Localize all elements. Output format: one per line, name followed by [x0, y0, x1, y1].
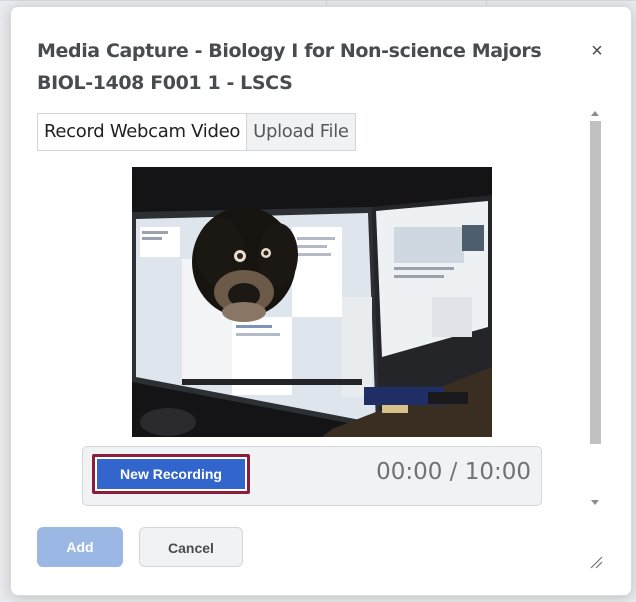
- scroll-up-icon[interactable]: [591, 111, 599, 116]
- tab-upload-file[interactable]: Upload File: [246, 113, 356, 151]
- resize-grip-icon[interactable]: [589, 555, 603, 569]
- webcam-preview-image: [132, 167, 492, 437]
- close-icon[interactable]: ×: [585, 39, 609, 63]
- dialog-title: Media Capture - Biology I for Non-scienc…: [37, 40, 542, 94]
- webcam-preview: [132, 167, 492, 437]
- new-recording-button[interactable]: New Recording: [97, 459, 245, 489]
- tab-list: Record Webcam Video Upload File: [37, 113, 356, 151]
- dialog-content: Record Webcam Video Upload File New Reco…: [31, 105, 605, 511]
- scroll-down-icon[interactable]: [591, 500, 599, 505]
- content-scrollbar[interactable]: [588, 105, 603, 511]
- media-capture-dialog: Media Capture - Biology I for Non-scienc…: [10, 6, 632, 596]
- scrollbar-thumb[interactable]: [590, 121, 601, 444]
- backdrop-divider: [0, 0, 636, 1]
- add-button[interactable]: Add: [37, 527, 123, 567]
- tab-record-webcam-video[interactable]: Record Webcam Video: [37, 113, 247, 151]
- recording-timer: 00:00 / 10:00: [376, 459, 531, 485]
- recorder-controls: New Recording 00:00 / 10:00: [82, 446, 542, 506]
- new-recording-focus-ring: New Recording: [92, 454, 250, 494]
- cancel-button[interactable]: Cancel: [139, 527, 243, 567]
